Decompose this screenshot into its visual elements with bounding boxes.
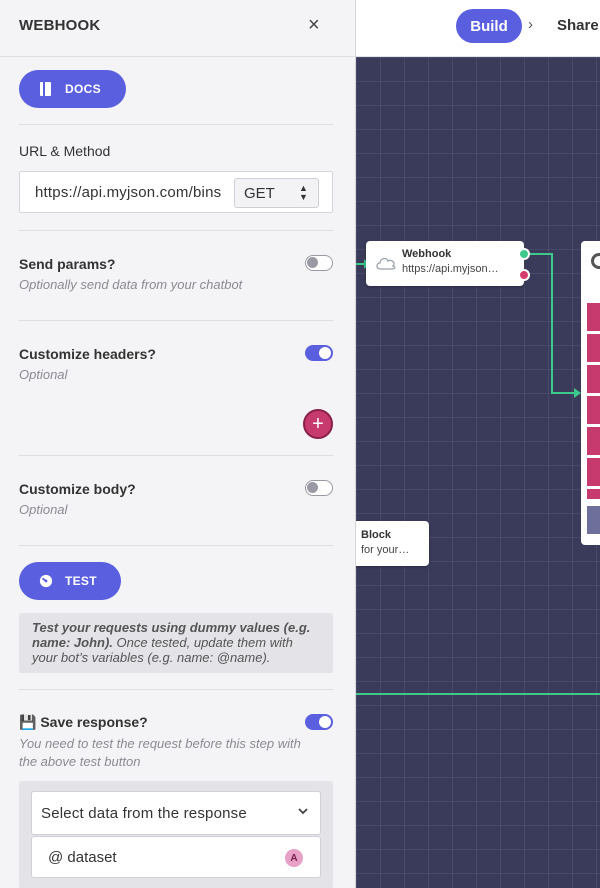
- group-row-footer[interactable]: [587, 506, 600, 534]
- group-row[interactable]: [587, 427, 600, 455]
- success-port[interactable]: [518, 248, 530, 260]
- response-data-select-placeholder: Select data from the response: [41, 805, 247, 822]
- section-divider: [19, 455, 333, 456]
- customize-body-hint: Optional: [19, 502, 68, 517]
- group-row[interactable]: [587, 489, 600, 499]
- share-tab-link[interactable]: Share: [557, 17, 599, 34]
- gauge-icon: [39, 573, 53, 589]
- block-node-title: Block: [361, 529, 391, 541]
- toggle-knob: [319, 347, 331, 359]
- send-params-hint: Optionally send data from your chatbot: [19, 277, 243, 292]
- toggle-knob: [307, 482, 318, 493]
- url-field[interactable]: https://api.myjson.com/bins GET ▲ ▼: [19, 171, 333, 213]
- block-node-subtitle: for your…: [361, 544, 410, 556]
- toggle-knob: [319, 716, 331, 728]
- customize-headers-hint: Optional: [19, 367, 68, 382]
- test-button[interactable]: TEST: [19, 562, 121, 600]
- variable-type-badge: A: [285, 849, 303, 867]
- webhook-node[interactable]: Webhook https://api.myjson…: [366, 241, 524, 286]
- customize-headers-toggle[interactable]: [305, 345, 333, 361]
- method-select[interactable]: GET ▲ ▼: [234, 178, 319, 208]
- group-icon: [591, 253, 600, 269]
- section-divider: [19, 545, 333, 546]
- save-response-hint: You need to test the request before this…: [19, 736, 301, 769]
- book-icon: [39, 81, 53, 97]
- section-divider: [19, 320, 333, 321]
- response-data-select[interactable]: Select data from the response: [31, 791, 321, 835]
- panel-title: WEBHOOK: [19, 17, 101, 34]
- docs-button[interactable]: DOCS: [19, 70, 126, 108]
- block-node[interactable]: Block for your…: [356, 521, 429, 566]
- section-divider: [19, 124, 333, 125]
- customize-body-toggle[interactable]: [305, 480, 333, 496]
- toggle-knob: [307, 257, 318, 268]
- target-group-node[interactable]: [581, 241, 600, 545]
- section-divider: [19, 689, 333, 690]
- customize-headers-label: Customize headers?: [19, 346, 156, 362]
- chevron-down-icon: [298, 808, 308, 815]
- save-response-toggle[interactable]: [305, 714, 333, 730]
- variable-field[interactable]: @ dataset A: [31, 836, 321, 878]
- webhook-node-title: Webhook: [402, 248, 452, 260]
- group-row[interactable]: [587, 365, 600, 393]
- send-params-toggle[interactable]: [305, 255, 333, 271]
- connection-lines: [356, 253, 600, 695]
- add-header-button[interactable]: +: [303, 409, 333, 439]
- cloud-icon: [376, 257, 396, 270]
- url-field-value: https://api.myjson.com/bins: [35, 184, 222, 201]
- test-info-box: Test your requests using dummy values (e…: [19, 613, 333, 673]
- flow-canvas[interactable]: Webhook https://api.myjson… Block for yo…: [356, 57, 600, 888]
- save-response-text: Save response?: [40, 714, 148, 730]
- group-row[interactable]: [587, 396, 600, 424]
- response-mapping-box: Select data from the response @ dataset …: [19, 781, 333, 888]
- method-select-value: GET: [244, 185, 275, 202]
- header-divider: [0, 56, 355, 57]
- success-connection: [530, 253, 574, 394]
- group-row[interactable]: [587, 458, 600, 486]
- failure-port[interactable]: [518, 269, 530, 281]
- close-icon[interactable]: ×: [308, 14, 320, 36]
- build-tab-button[interactable]: Build: [456, 9, 522, 43]
- floppy-disk-icon: 💾: [19, 714, 37, 730]
- test-button-label: TEST: [65, 574, 97, 588]
- select-arrows-icon: ▲ ▼: [299, 183, 308, 202]
- section-divider: [19, 230, 333, 231]
- url-method-label: URL & Method: [19, 143, 111, 159]
- top-bar: Build › Share: [356, 0, 600, 57]
- webhook-node-subtitle: https://api.myjson…: [402, 263, 499, 275]
- send-params-label: Send params?: [19, 256, 116, 272]
- variable-field-value: @ dataset: [48, 849, 117, 866]
- save-response-label: 💾 Save response?: [19, 714, 148, 731]
- webhook-settings-panel: WEBHOOK × DOCS URL & Method https://api.…: [0, 0, 356, 888]
- success-arrowhead: [574, 388, 581, 398]
- docs-button-label: DOCS: [65, 82, 101, 96]
- group-row[interactable]: [587, 334, 600, 362]
- group-row[interactable]: [587, 303, 600, 331]
- customize-body-label: Customize body?: [19, 481, 136, 497]
- breadcrumb-separator: ›: [528, 16, 533, 33]
